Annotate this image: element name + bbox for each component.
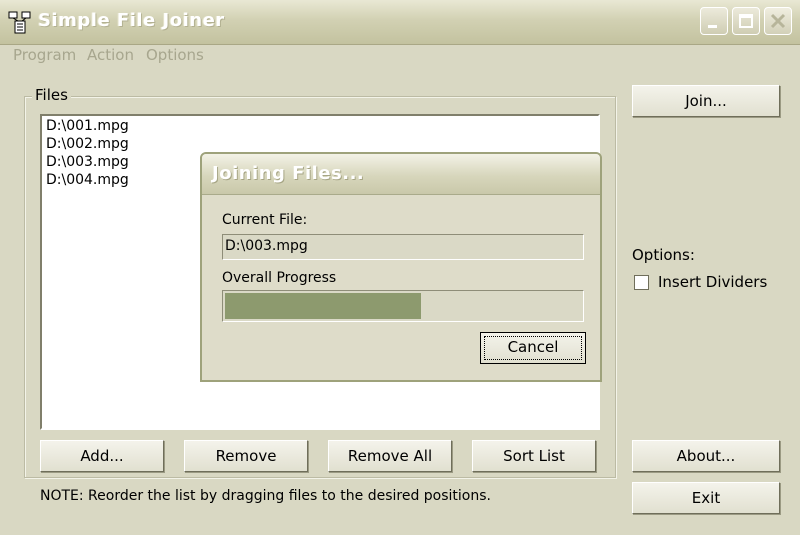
remove-button[interactable]: Remove xyxy=(184,440,308,472)
menu-program[interactable]: Program xyxy=(13,46,76,64)
minimize-icon xyxy=(708,25,717,28)
exit-button[interactable]: Exit xyxy=(632,482,780,514)
files-group-label: Files xyxy=(32,86,71,104)
list-item[interactable]: D:\003.mpg xyxy=(46,154,129,170)
menu-bar: Program Action Options xyxy=(0,44,800,66)
menu-action[interactable]: Action xyxy=(87,46,134,64)
current-file-field: D:\003.mpg xyxy=(222,234,584,260)
overall-progress-bar xyxy=(222,290,584,322)
close-icon xyxy=(770,13,786,29)
note-text: NOTE: Reorder the list by dragging files… xyxy=(40,488,491,504)
about-button[interactable]: About... xyxy=(632,440,780,472)
minimize-button[interactable] xyxy=(700,7,728,35)
join-button[interactable]: Join... xyxy=(632,85,780,117)
maximize-button[interactable] xyxy=(732,7,760,35)
add-button[interactable]: Add... xyxy=(40,440,164,472)
sort-list-button[interactable]: Sort List xyxy=(472,440,596,472)
options-label: Options: xyxy=(632,246,695,264)
insert-dividers-checkbox[interactable] xyxy=(634,275,649,290)
app-icon xyxy=(8,11,31,34)
maximize-icon xyxy=(739,14,753,28)
list-item[interactable]: D:\001.mpg xyxy=(46,118,129,134)
menu-options[interactable]: Options xyxy=(146,46,204,64)
window-title: Simple File Joiner xyxy=(38,10,225,31)
focus-rect xyxy=(484,336,582,360)
list-item[interactable]: D:\002.mpg xyxy=(46,136,129,152)
list-item[interactable]: D:\004.mpg xyxy=(46,172,129,188)
dialog-title-bar: Joining Files... xyxy=(202,154,600,195)
joining-dialog: Joining Files... Current File: D:\003.mp… xyxy=(200,152,602,382)
close-button[interactable] xyxy=(764,7,792,35)
title-bar: Simple File Joiner xyxy=(0,0,800,45)
overall-progress-label: Overall Progress xyxy=(222,270,337,286)
remove-all-button[interactable]: Remove All xyxy=(328,440,452,472)
insert-dividers-label[interactable]: Insert Dividers xyxy=(658,273,767,291)
current-file-label: Current File: xyxy=(222,212,308,228)
progress-fill xyxy=(225,293,421,319)
cancel-button[interactable]: Cancel xyxy=(480,332,586,364)
dialog-title: Joining Files... xyxy=(212,163,365,184)
